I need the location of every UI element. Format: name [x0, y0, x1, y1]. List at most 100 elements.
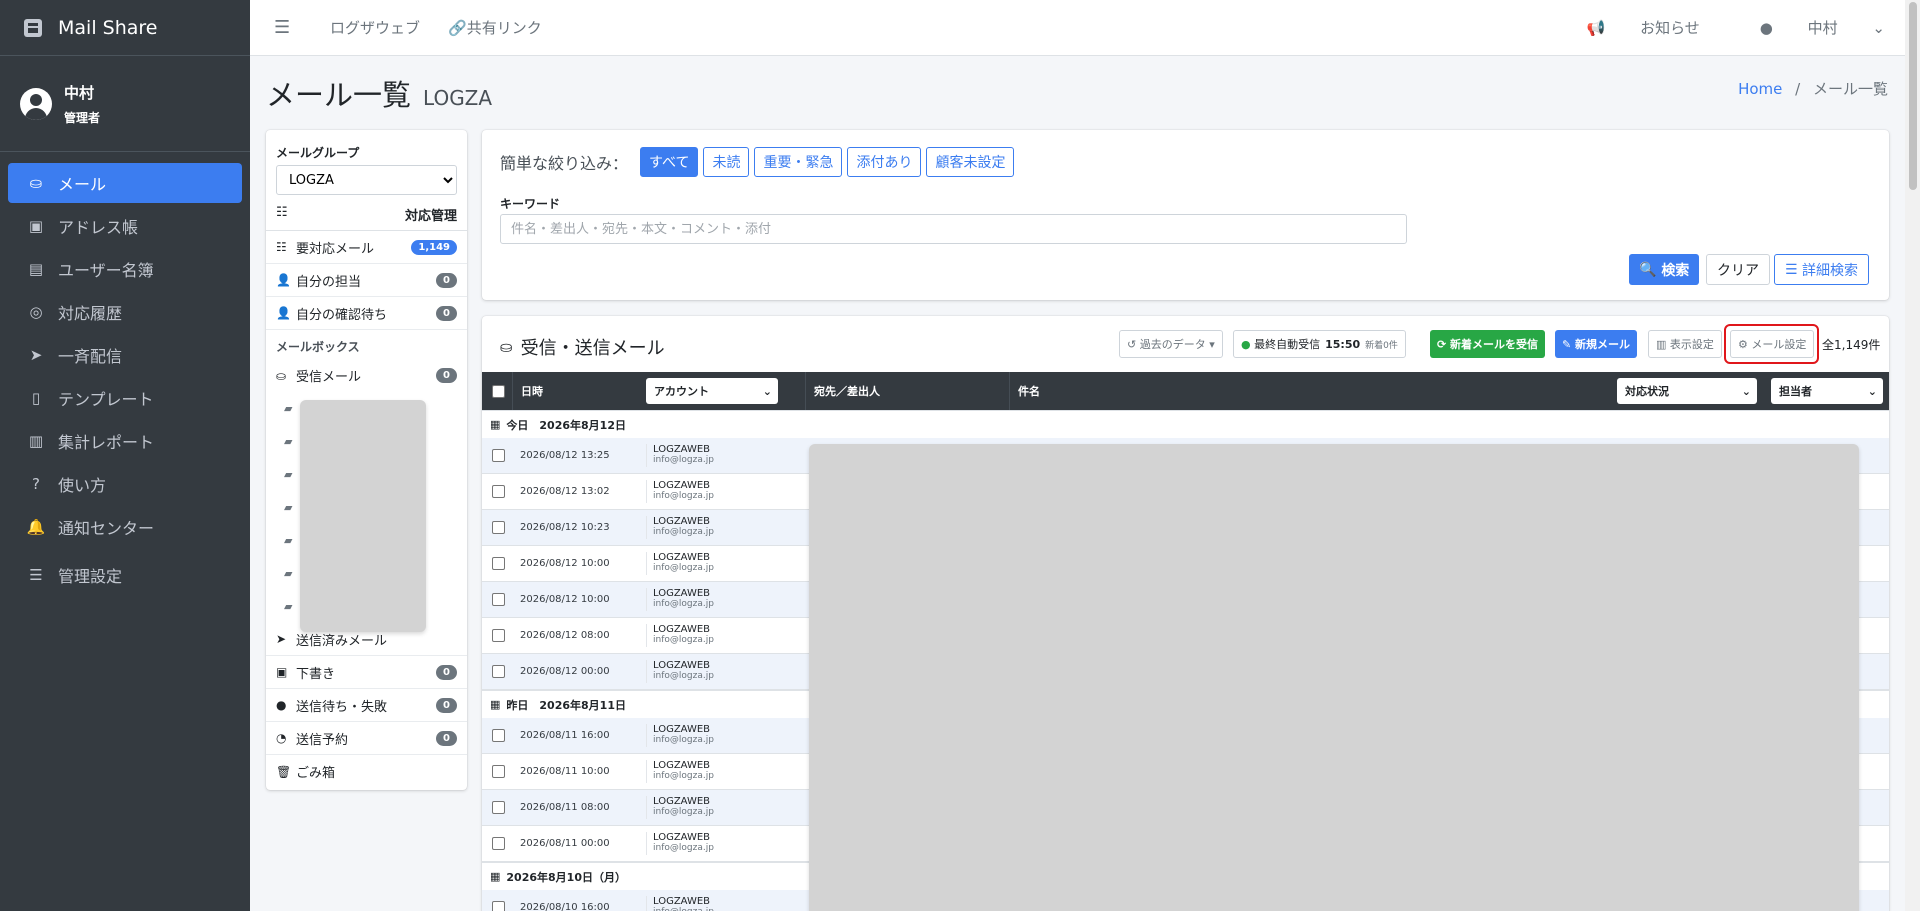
manage-label: 対応管理	[404, 209, 457, 224]
nav-address-book[interactable]: ▣ アドレス帳	[8, 206, 242, 246]
filter-important-button[interactable]: 重要・緊急	[754, 147, 843, 177]
row-account-mail: info@logza.jp	[653, 771, 714, 781]
user-panel[interactable]: 中村 管理者	[0, 56, 250, 152]
user-name: 中村	[64, 83, 95, 102]
question-icon: ?	[32, 475, 40, 493]
clear-button[interactable]: クリア	[1706, 254, 1770, 285]
keyword-input[interactable]	[500, 214, 1407, 244]
list-item-label: 要対応メール	[296, 241, 375, 257]
status-filter-select[interactable]: 対応状況 ⌄	[1617, 378, 1757, 404]
display-settings-button[interactable]: ▥ 表示設定	[1648, 330, 1722, 358]
filter-unread-button[interactable]: 未読	[703, 147, 750, 177]
row-account-mail: info@logza.jp	[653, 807, 714, 817]
brand-name: Mail Share	[58, 16, 158, 39]
row-checkbox[interactable]	[492, 521, 505, 534]
nav-notification-center[interactable]: 🔔 通知センター	[8, 507, 242, 547]
mail-group-select[interactable]: LOGZA	[276, 165, 457, 195]
mail-group-label: メールグループ	[276, 146, 360, 160]
account-filter-label: アカウント	[654, 385, 709, 398]
filter-all-button[interactable]: すべて	[640, 147, 699, 177]
keyword-label: キーワード	[500, 197, 561, 211]
row-checkbox[interactable]	[492, 629, 505, 642]
user-check-icon: 👤	[276, 306, 291, 320]
row-account: LOGZAWEBinfo@logza.jp	[646, 660, 714, 683]
shared-link[interactable]: 🔗共有リンク	[448, 17, 542, 38]
manage-header: ☷ 対応管理	[266, 195, 467, 231]
account-filter-select[interactable]: アカウント ⌄	[646, 378, 778, 404]
select-all-checkbox[interactable]	[492, 384, 505, 398]
nav-history[interactable]: ◎ 対応履歴	[8, 292, 242, 332]
row-checkbox[interactable]	[492, 837, 505, 850]
nav-broadcast[interactable]: ➤ 一斉配信	[8, 335, 242, 375]
list-item-action-required[interactable]: ☷ 要対応メール 1,149	[266, 231, 467, 264]
mailbox-label: メールボックス	[276, 340, 360, 354]
advanced-search-button[interactable]: ☰ 詳細検索	[1774, 254, 1870, 285]
row-checkbox[interactable]	[492, 485, 505, 498]
chevron-down-icon: ⌄	[762, 384, 772, 398]
avatar	[20, 87, 52, 120]
nav-label: アドレス帳	[58, 218, 139, 237]
logzaweb-link[interactable]: ログザウェブ	[330, 17, 420, 38]
nav-report[interactable]: ▥ 集計レポート	[8, 421, 242, 461]
list-item-trash[interactable]: 🗑 ごみ箱	[266, 755, 467, 788]
count-badge: 0	[436, 272, 457, 288]
row-checkbox[interactable]	[492, 665, 505, 678]
row-checkbox[interactable]	[492, 765, 505, 778]
inbox-icon: ⛀	[29, 174, 43, 192]
list-item-my-review[interactable]: 👤 自分の確認待ち 0	[266, 297, 467, 330]
nav-template[interactable]: ▯ テンプレート	[8, 378, 242, 418]
brand[interactable]: Mail Share	[0, 0, 250, 56]
row-checkbox[interactable]	[492, 449, 505, 462]
folder-icon: ▰	[284, 402, 293, 415]
nav-mail[interactable]: ⛀ メール	[8, 163, 242, 203]
mail-share-logo-icon	[24, 18, 42, 37]
row-checkbox[interactable]	[492, 901, 505, 911]
row-checkbox[interactable]	[492, 729, 505, 742]
user-menu[interactable]: ● 中村 ⌄	[1730, 17, 1885, 38]
new-mail-button[interactable]: ✎ 新規メール	[1555, 330, 1638, 358]
assignee-filter-select[interactable]: 担当者 ⌄	[1771, 378, 1883, 404]
list-item-label: 自分の確認待ち	[296, 307, 388, 323]
chevron-down-icon: ⌄	[1741, 384, 1751, 398]
filter-no-customer-button[interactable]: 顧客未設定	[926, 147, 1015, 177]
notice-link[interactable]: 📢 お知らせ	[1557, 17, 1700, 38]
past-data-dropdown[interactable]: ↺ 過去のデータ ▾	[1119, 330, 1223, 358]
row-account: LOGZAWEBinfo@logza.jp	[646, 588, 714, 611]
col-subject[interactable]: 件名	[1009, 372, 1617, 410]
columns-icon: ▥	[1656, 337, 1670, 351]
row-account-name: LOGZAWEB	[653, 760, 711, 771]
col-date[interactable]: 日時	[512, 372, 646, 410]
list-item-label: ごみ箱	[296, 766, 336, 781]
row-account-name: LOGZAWEB	[653, 444, 711, 455]
filter-attachment-button[interactable]: 添付あり	[847, 147, 922, 177]
list-item-scheduled[interactable]: ◔ 送信予約 0	[266, 722, 467, 755]
fetch-new-mail-button[interactable]: ⟳ 新着メールを受信	[1430, 330, 1546, 358]
row-checkbox[interactable]	[492, 593, 505, 606]
breadcrumb-home[interactable]: Home	[1738, 80, 1782, 98]
nav-admin-settings[interactable]: ☰ 管理設定	[8, 555, 242, 595]
list-item-failed[interactable]: ● 送信待ち・失敗 0	[266, 689, 467, 722]
new-mail-label: 新規メール	[1575, 338, 1631, 351]
search-button[interactable]: 🔍 検索	[1629, 254, 1700, 285]
address-book-icon: ▣	[28, 217, 44, 235]
row-checkbox[interactable]	[492, 801, 505, 814]
col-to-from[interactable]: 宛先／差出人	[805, 372, 1009, 410]
list-item-inbox[interactable]: ⛀ 受信メール 0	[266, 359, 467, 392]
row-date: 2026/08/12 13:02	[520, 486, 610, 497]
row-account: LOGZAWEBinfo@logza.jp	[646, 480, 714, 503]
row-checkbox[interactable]	[492, 557, 505, 570]
scrollbar[interactable]	[1905, 0, 1920, 911]
chevron-down-icon: ⌄	[1867, 384, 1877, 398]
user-circle-icon: ●	[1759, 19, 1778, 37]
sidebar: Mail Share 中村 管理者 ⛀ メール ▣ アドレス帳 ▤ ユーザー名簿 ◎ 対…	[0, 0, 250, 911]
list-item-drafts[interactable]: ▣ 下書き 0	[266, 656, 467, 689]
list-item-my-assigned[interactable]: 👤 自分の担当 0	[266, 264, 467, 297]
nav-help[interactable]: ? 使い方	[8, 464, 242, 504]
calendar-icon: ▦	[490, 870, 501, 883]
assignee-filter-label: 担当者	[1779, 385, 1812, 398]
hamburger-menu-icon[interactable]: ☰	[274, 17, 302, 38]
scrollbar-thumb[interactable]	[1909, 2, 1917, 190]
nav-user-directory[interactable]: ▤ ユーザー名簿	[8, 249, 242, 289]
row-account-mail: info@logza.jp	[653, 491, 714, 501]
link-icon: 🔗	[448, 19, 467, 37]
